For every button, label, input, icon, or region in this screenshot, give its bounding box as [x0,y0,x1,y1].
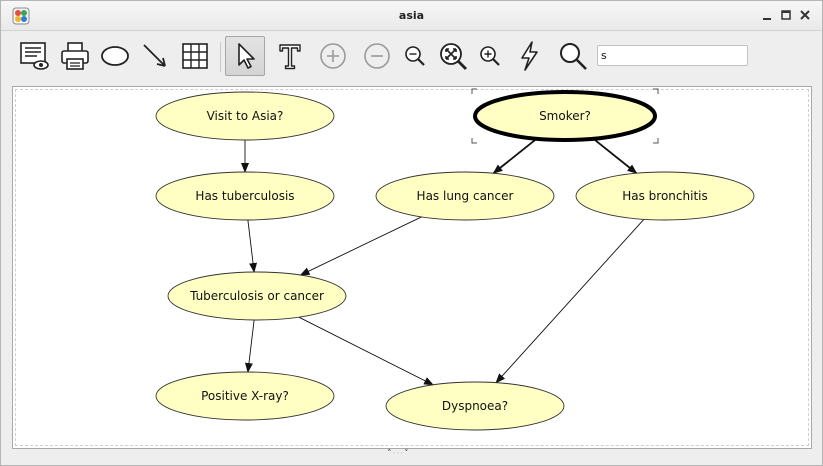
selection-handle[interactable] [653,88,659,94]
edge-either-to-dysp[interactable] [298,316,434,386]
add-node-button[interactable] [96,37,134,75]
zoom-fit-icon [440,43,467,70]
node-visit[interactable]: Visit to Asia? [155,91,335,141]
edge-either-to-xray[interactable] [244,319,255,374]
search-button[interactable] [554,37,592,75]
search-input[interactable] [597,45,748,66]
ellipse-node-icon [101,46,129,66]
selection-handle[interactable] [471,138,477,144]
table-button[interactable] [176,37,214,75]
edge-tub-to-either[interactable] [247,219,258,274]
status-bar: ˄···˅ [1,449,822,465]
select-tool-button[interactable] [225,36,265,76]
print-icon [61,42,89,70]
bayesian-network-graph: Visit to Asia? Smoker? Has tuberculosis Has… [155,88,755,431]
zoom-out-magnifier-button[interactable] [396,37,434,75]
node-xray[interactable]: Positive X-ray? [155,371,335,421]
node-bronc[interactable]: Has bronchitis [575,171,755,221]
lightning-icon [521,41,538,71]
select-pointer-icon [238,43,255,69]
zoom-in-circle-icon [320,43,346,69]
title-bar: asia [1,1,822,31]
chevron-down-icon[interactable]: ˅ [404,449,410,459]
zoom-in-magnifier-icon [480,46,500,66]
selection-handle[interactable] [653,138,659,144]
maximize-button[interactable] [778,7,794,23]
panel-split-handle[interactable]: ˄···˅ [387,449,410,459]
preview-icon [20,42,49,70]
zoom-in-magnifier-button[interactable] [471,37,509,75]
close-icon [800,10,810,20]
zoom-out-magnifier-icon [405,46,425,66]
edge-lung-to-either[interactable] [299,216,422,276]
node-label: Has bronchitis [622,189,708,203]
arc-arrow-icon [143,44,166,67]
node-smoker[interactable]: Smoker? [473,90,657,142]
zoom-out-circle-icon [364,43,390,69]
toolbar [1,32,822,82]
node-lung[interactable]: Has lung cancer [375,171,555,221]
maximize-icon [781,10,791,20]
search-icon [560,43,587,70]
node-label: Smoker? [539,109,591,123]
preview-button[interactable] [15,37,53,75]
minimize-button[interactable] [759,7,775,23]
minimize-icon [763,18,771,20]
node-tub[interactable]: Has tuberculosis [155,171,335,221]
selection-handle[interactable] [471,88,477,94]
text-tool-button[interactable] [271,37,309,75]
node-label: Tuberculosis or cancer [189,289,324,303]
edge-smoker-to-lung[interactable] [492,138,538,174]
node-label: Positive X-ray? [201,389,289,403]
compile-button[interactable] [510,37,548,75]
window-title: asia [398,9,425,22]
edge-bronc-to-dysp[interactable] [495,219,645,384]
edge-smoker-to-bronc[interactable] [592,138,638,174]
node-either[interactable]: Tuberculosis or cancer [167,271,347,321]
add-arc-button[interactable] [136,37,174,75]
node-label: Visit to Asia? [207,109,284,123]
text-tool-icon [279,44,301,70]
zoom-in-button[interactable] [314,37,352,75]
network-canvas[interactable]: Visit to Asia? Smoker? Has tuberculosis Has… [12,86,812,449]
print-button[interactable] [56,37,94,75]
zoom-fit-button[interactable] [434,37,472,75]
table-icon [182,43,208,69]
toolbar-separator [220,42,221,72]
app-window: asia s Visit to Asia? Smoker? Has tuberc… [0,0,823,466]
close-button[interactable] [797,7,813,23]
node-label: Has tuberculosis [195,189,294,203]
node-label: Dyspnoea? [442,399,508,413]
node-dysp[interactable]: Dyspnoea? [385,381,565,431]
node-label: Has lung cancer [417,189,514,203]
zoom-out-button[interactable] [358,37,396,75]
